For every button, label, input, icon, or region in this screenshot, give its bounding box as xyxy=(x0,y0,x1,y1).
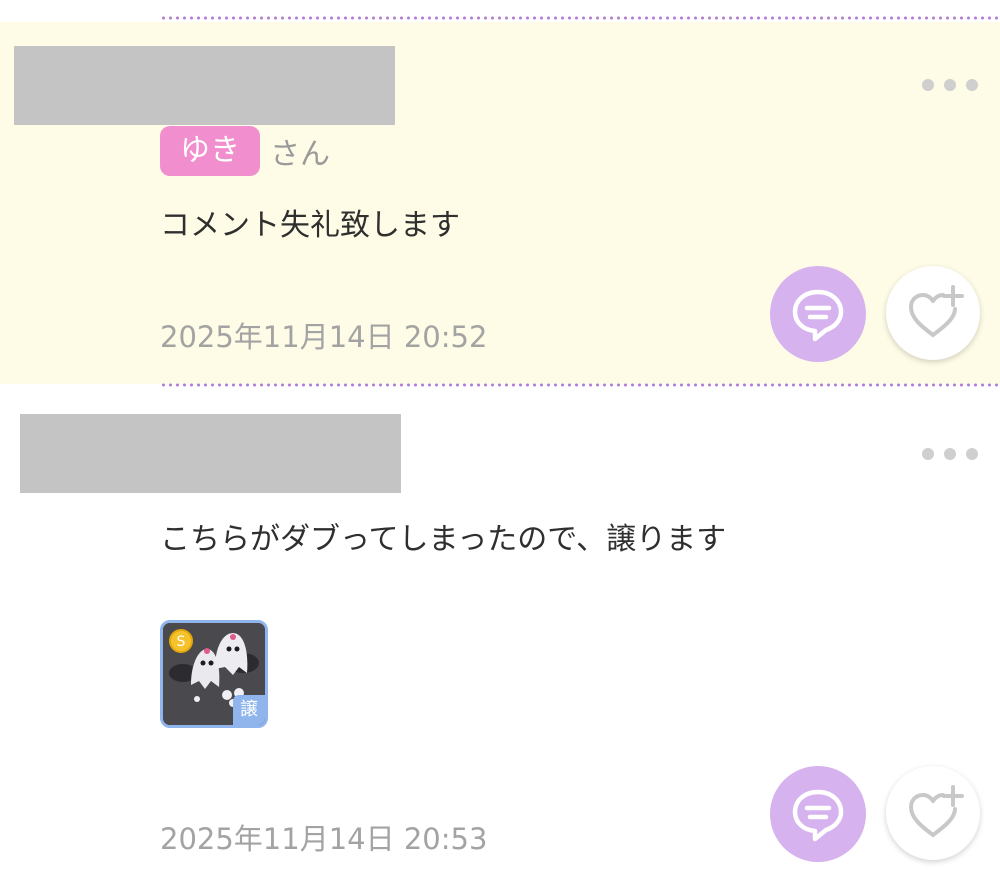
like-button[interactable] xyxy=(886,266,980,360)
more-options-button[interactable] xyxy=(922,448,978,460)
like-button[interactable] xyxy=(886,766,980,860)
reply-icon xyxy=(792,789,844,842)
item-thumbnail[interactable]: S 譲 xyxy=(160,620,268,728)
give-away-badge: 譲 xyxy=(233,695,265,725)
redacted-username xyxy=(14,46,395,125)
honorific: さん xyxy=(270,137,330,172)
comment-2: こちらがダブってしまったので、譲ります S 譲 2025年11月14日 20:5… xyxy=(0,388,1000,884)
like-add-icon xyxy=(909,785,964,837)
user-name-tag[interactable]: ゆき xyxy=(160,126,260,176)
divider-top xyxy=(160,16,1000,20)
reply-button[interactable] xyxy=(770,266,866,362)
comment-date: 2025年11月14日 20:52 xyxy=(160,320,488,354)
comment-text: こちらがダブってしまったので、譲ります xyxy=(160,522,727,557)
more-icon xyxy=(922,448,934,460)
comment-date: 2025年11月14日 20:53 xyxy=(160,822,488,856)
user-name-row: ゆき さん xyxy=(160,126,330,176)
comment-text: コメント失礼致します xyxy=(160,208,460,243)
reply-icon xyxy=(792,289,844,342)
more-icon xyxy=(922,79,934,91)
comment-1: ゆき さん コメント失礼致します 2025年11月14日 20:52 xyxy=(0,22,1000,384)
more-options-button[interactable] xyxy=(922,79,978,91)
divider-middle xyxy=(160,383,1000,387)
reply-button[interactable] xyxy=(770,766,866,862)
coin-icon: S xyxy=(169,629,193,653)
like-add-icon xyxy=(909,285,964,337)
redacted-username xyxy=(20,414,401,493)
